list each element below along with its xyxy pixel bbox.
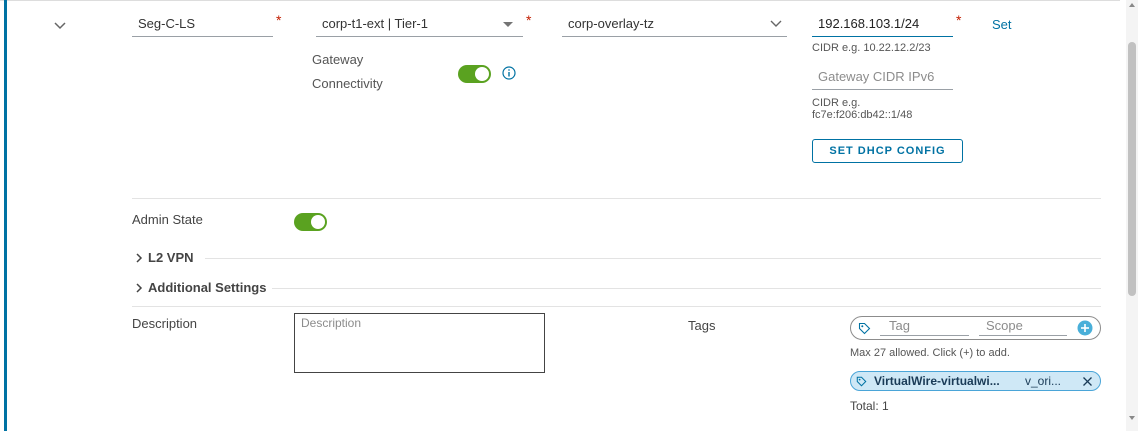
admin-state-label: Admin State (132, 212, 203, 227)
cidr-ipv6-hint-line1: CIDR e.g. (812, 97, 861, 109)
top-divider (0, 0, 1120, 1)
l2vpn-section-toggle[interactable]: L2 VPN (134, 250, 194, 265)
scroll-up-icon[interactable] (1128, 2, 1136, 8)
add-tag-icon[interactable] (1077, 320, 1093, 336)
tags-total: Total: 1 (850, 399, 889, 413)
transport-zone-value: corp-overlay-tz (568, 16, 654, 31)
tag-chip: VirtualWire-virtualwi... v_ori... (850, 371, 1101, 391)
additional-settings-label: Additional Settings (148, 280, 267, 295)
tag-icon (856, 376, 867, 387)
required-mark: * (526, 12, 532, 28)
segment-name-input[interactable]: Seg-C-LS (132, 13, 273, 37)
section-divider (205, 258, 1101, 259)
cidr-ipv6-hint-line2: fc7e:f206:db42::1/48 (812, 109, 913, 121)
scrollbar-thumb[interactable] (1128, 42, 1136, 296)
vertical-scrollbar[interactable] (1126, 0, 1138, 431)
gateway-cidr-ipv6-input[interactable]: Gateway CIDR IPv6 (812, 66, 953, 90)
subnet-input[interactable]: 192.168.103.1/24 (812, 13, 953, 37)
set-subnet-link[interactable]: Set (992, 17, 1012, 32)
close-icon[interactable] (1082, 376, 1093, 387)
gateway-connectivity-label-line2: Connectivity (312, 76, 383, 91)
scope-input[interactable]: Scope (979, 318, 1067, 336)
scroll-down-icon[interactable] (1128, 415, 1136, 421)
tag-input[interactable]: Tag (880, 318, 969, 336)
connected-gateway-select[interactable]: corp-t1-ext | Tier-1 (316, 13, 523, 37)
tags-hint: Max 27 allowed. Click (+) to add. (850, 347, 1010, 359)
tags-label: Tags (688, 318, 716, 333)
section-divider (132, 306, 1101, 307)
gateway-connectivity-toggle[interactable] (458, 65, 491, 83)
section-divider (132, 198, 1101, 199)
required-mark: * (956, 12, 962, 28)
select-arrow-icon (503, 22, 513, 27)
transport-zone-select[interactable]: corp-overlay-tz (562, 13, 787, 37)
tag-input-group: Tag Scope (850, 316, 1101, 340)
cidr-ipv4-hint: CIDR e.g. 10.22.12.2/23 (812, 42, 931, 54)
chevron-down-icon (770, 20, 782, 27)
description-label: Description (132, 316, 198, 331)
section-divider (272, 288, 1101, 289)
l2vpn-label: L2 VPN (148, 250, 194, 265)
row-selected-indicator (4, 0, 7, 431)
description-textarea[interactable]: Description (294, 313, 545, 373)
admin-state-toggle[interactable] (294, 213, 327, 231)
tag-chip-tag: VirtualWire-virtualwi... (874, 374, 1000, 388)
connected-gateway-value: corp-t1-ext | Tier-1 (322, 16, 428, 31)
set-dhcp-config-button[interactable]: SET DHCP CONFIG (812, 139, 963, 163)
chevron-right-icon (136, 282, 143, 293)
chevron-right-icon (136, 252, 143, 263)
additional-settings-section-toggle[interactable]: Additional Settings (134, 280, 266, 295)
chevron-down-icon[interactable] (52, 18, 68, 34)
info-icon[interactable] (502, 66, 516, 80)
tag-chip-scope: v_ori... (1025, 374, 1062, 388)
required-mark: * (276, 12, 282, 28)
tag-icon (858, 322, 871, 335)
gateway-connectivity-label-line1: Gateway (312, 52, 364, 67)
